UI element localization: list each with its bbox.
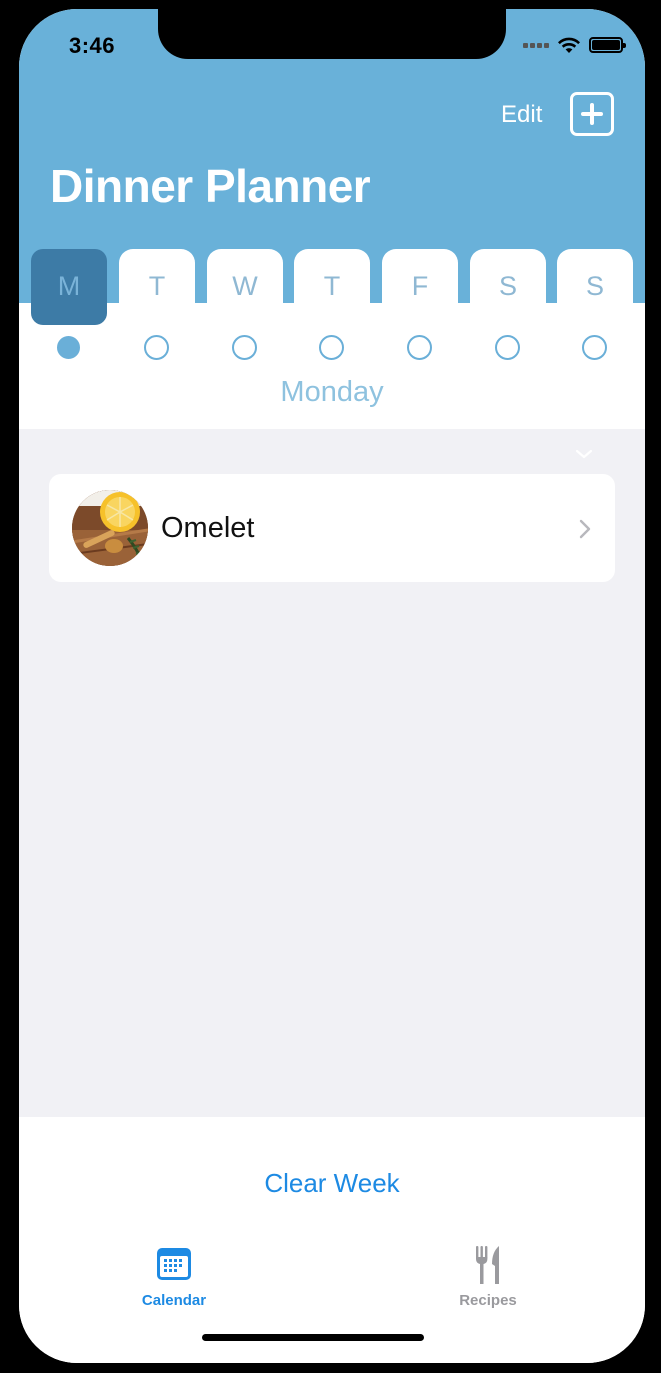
- day-tab-saturday[interactable]: S: [470, 249, 546, 329]
- meal-list-area: Omelet: [19, 429, 645, 1117]
- day-dot-wednesday[interactable]: [232, 335, 257, 360]
- status-icons: [523, 36, 626, 54]
- selected-day-label: Monday: [280, 376, 384, 408]
- chevron-down-icon[interactable]: [574, 447, 594, 461]
- day-dot-tuesday[interactable]: [144, 335, 169, 360]
- tab-calendar-label: Calendar: [141, 1292, 207, 1309]
- status-time: 3:46: [69, 33, 116, 58]
- day-dot-monday[interactable]: [57, 336, 80, 359]
- meal-name: Omelet: [161, 512, 255, 544]
- day-indicator-dots: [19, 335, 645, 361]
- fork-knife-icon: [476, 1246, 499, 1284]
- day-tab-monday[interactable]: M: [31, 249, 107, 325]
- day-tab-friday[interactable]: F: [382, 249, 458, 329]
- home-indicator[interactable]: [202, 1334, 424, 1341]
- day-dot-friday[interactable]: [407, 335, 432, 360]
- phone-frame: 3:46 Edit Dinner Planner M T W T F S S M…: [0, 0, 661, 1373]
- day-tab-thursday[interactable]: T: [294, 249, 370, 329]
- app-screen: 3:46 Edit Dinner Planner M T W T F S S M…: [19, 9, 645, 1363]
- day-tab-wednesday[interactable]: W: [207, 249, 283, 329]
- day-dot-thursday[interactable]: [319, 335, 344, 360]
- day-tabs: M T W T F S S: [19, 249, 645, 329]
- device-notch: [158, 9, 506, 59]
- day-tab-tuesday[interactable]: T: [119, 249, 195, 329]
- bottom-bar: Clear Week Calendar Recipes: [19, 1117, 645, 1363]
- chevron-right-icon: [579, 519, 591, 539]
- wifi-icon: [558, 37, 580, 53]
- meal-thumbnail: [72, 490, 148, 566]
- battery-icon: [589, 37, 626, 53]
- calendar-icon: [157, 1248, 191, 1280]
- cellular-signal-icon: [523, 42, 549, 48]
- page-title: Dinner Planner: [50, 160, 371, 212]
- tab-recipes-label: Recipes: [459, 1292, 517, 1309]
- add-button[interactable]: [570, 92, 614, 136]
- tab-calendar[interactable]: Calendar: [109, 1244, 239, 1324]
- day-tab-sunday[interactable]: S: [557, 249, 633, 329]
- clear-week-button[interactable]: Clear Week: [19, 1168, 645, 1199]
- tab-recipes[interactable]: Recipes: [423, 1244, 553, 1324]
- meal-row[interactable]: Omelet: [49, 474, 615, 582]
- day-dot-sunday[interactable]: [582, 335, 607, 360]
- edit-button[interactable]: Edit: [501, 101, 542, 129]
- day-dot-saturday[interactable]: [495, 335, 520, 360]
